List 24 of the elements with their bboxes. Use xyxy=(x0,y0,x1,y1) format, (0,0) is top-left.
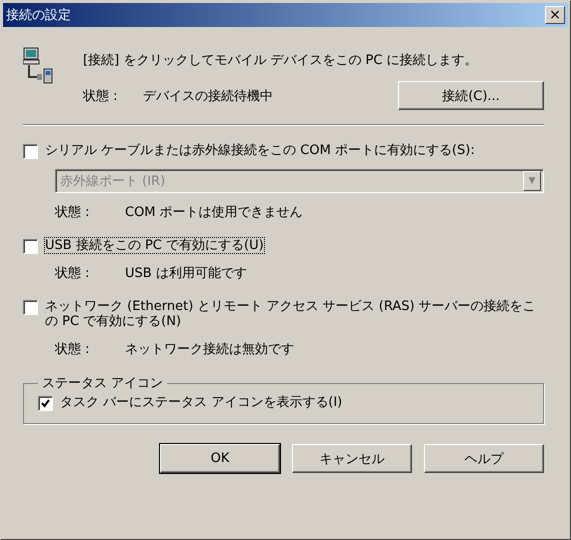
status-label: 状態 : xyxy=(55,265,91,282)
connect-button[interactable]: 接続(C)... xyxy=(398,81,544,110)
status-value: デバイスの接続待機中 xyxy=(143,88,274,104)
checkbox[interactable] xyxy=(23,144,38,159)
status-value: USB は利用可能です xyxy=(125,265,248,282)
checkbox-label[interactable]: シリアル ケーブルまたは赤外線接続をこの COM ポートに有効にする(S): xyxy=(44,142,476,159)
status-label: 状態 : xyxy=(55,341,91,358)
checkbox[interactable] xyxy=(23,239,38,254)
status-value: ネットワーク接続は無効です xyxy=(125,341,295,358)
status-value: COM ポートは使用できません xyxy=(125,204,304,221)
group-title: ステータス アイコン xyxy=(41,375,164,392)
checkbox-label[interactable]: タスク バーにステータス アイコンを表示する(I) xyxy=(59,394,344,411)
dialog-button[interactable]: OK xyxy=(160,444,280,473)
window-title: 接続の設定 xyxy=(6,7,71,24)
checkbox[interactable] xyxy=(38,396,53,411)
dialog-button[interactable]: ヘルプ xyxy=(424,444,544,473)
instruction-text: [接続] をクリックしてモバイル デバイスをこの PC に接続します。 xyxy=(83,52,479,69)
checkbox[interactable] xyxy=(23,300,38,315)
checkbox-label[interactable]: USB 接続をこの PC で有効にする(U) xyxy=(44,237,265,254)
checkbox-label[interactable]: ネットワーク (Ethernet) とリモート アクセス サービス (RAS) サーバーの接続をこの PC で有効にする(N) xyxy=(44,298,544,330)
status-label: 状態 : xyxy=(55,204,91,221)
close-button[interactable]: × xyxy=(545,6,565,24)
dialog-button[interactable]: キャンセル xyxy=(292,444,412,473)
status-label: 状態 : xyxy=(83,88,119,104)
